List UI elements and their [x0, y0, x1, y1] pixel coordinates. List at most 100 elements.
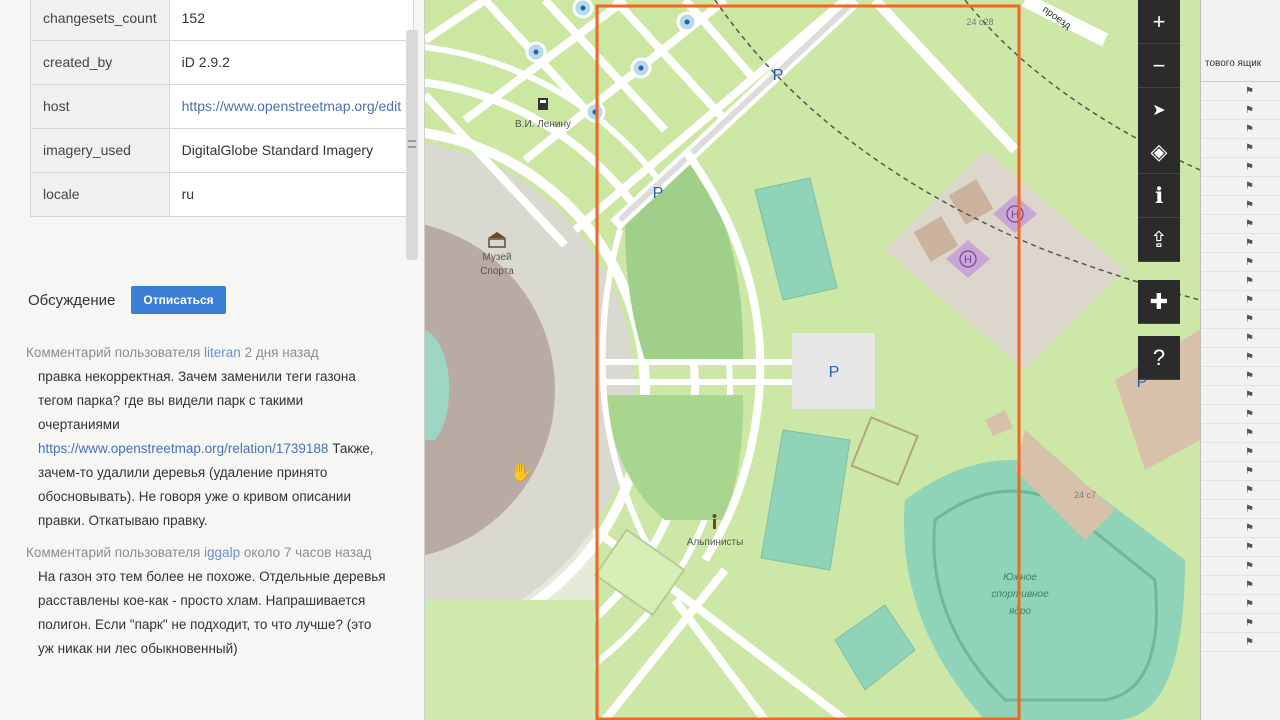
comment-text: На газон это тем более не похоже. Отдель…	[38, 569, 386, 656]
panel-row: ⚑	[1201, 82, 1280, 101]
tag-key: locale	[30, 172, 170, 217]
comment-meta-prefix: Комментарий пользователя	[26, 545, 201, 560]
panel-row: ⚑	[1201, 101, 1280, 120]
flag-icon: ⚑	[1245, 86, 1254, 97]
label-house-1: 24 с28	[966, 17, 993, 27]
layers-icon: ◈	[1150, 138, 1168, 164]
flag-icon: ⚑	[1245, 428, 1254, 439]
panel-row: ⚑	[1201, 519, 1280, 538]
flag-icon: ⚑	[1245, 162, 1254, 173]
flag-icon: ⚑	[1245, 599, 1254, 610]
comment-body: На газон это тем более не похоже. Отдель…	[26, 565, 386, 661]
note-tools: ✚	[1138, 280, 1180, 324]
flag-icon: ⚑	[1245, 143, 1254, 154]
panel-row: ⚑	[1201, 310, 1280, 329]
flag-icon: ⚑	[1245, 390, 1254, 401]
comment-meta-prefix: Комментарий пользователя	[26, 345, 201, 360]
comment-body: правка некорректная. Зачем заменили теги…	[26, 365, 386, 533]
flag-icon: ⚑	[1245, 542, 1254, 553]
flag-icon: ⚑	[1245, 561, 1254, 572]
geolocate-button[interactable]: ➤	[1138, 88, 1180, 132]
panel-row: ⚑	[1201, 158, 1280, 177]
panel-row: ⚑	[1201, 291, 1280, 310]
flag-icon: ⚑	[1245, 219, 1254, 230]
flag-icon: ⚑	[1245, 618, 1254, 629]
panel-row: ⚑	[1201, 614, 1280, 633]
tag-row: imagery_used DigitalGlobe Standard Imager…	[30, 128, 415, 173]
map-view[interactable]: В.И. Ленину Музей Спорта Альпинисты Южно…	[425, 0, 1200, 720]
flag-icon: ⚑	[1245, 105, 1254, 116]
comment-user-link[interactable]: literan	[204, 345, 241, 360]
tag-value: ru	[168, 172, 415, 217]
climbing-icon	[712, 514, 717, 529]
flag-icon: ⚑	[1245, 314, 1254, 325]
comment-link[interactable]: https://www.openstreetmap.org/relation/1…	[38, 441, 328, 456]
query-icon: ?	[1152, 344, 1166, 370]
panel-row: ⚑	[1201, 576, 1280, 595]
flag-icon: ⚑	[1245, 352, 1254, 363]
flag-icon: ⚑	[1245, 447, 1254, 458]
add-note-icon: ✚	[1149, 288, 1169, 314]
parking-icon: P	[653, 185, 664, 202]
flag-icon: ⚑	[1245, 485, 1254, 496]
parking-icon: P	[773, 67, 784, 84]
panel-row: ⚑	[1201, 234, 1280, 253]
map-canvas[interactable]: В.И. Ленину Музей Спорта Альпинисты Южно…	[425, 0, 1200, 720]
panel-row: ⚑	[1201, 177, 1280, 196]
tag-row: changesets_count 152	[30, 0, 415, 41]
tag-key: imagery_used	[30, 128, 170, 173]
panel-row: ⚑	[1201, 557, 1280, 576]
flag-icon: ⚑	[1245, 295, 1254, 306]
label-alpinists: Альпинисты	[687, 537, 744, 548]
tag-value: 152	[168, 0, 415, 41]
query-features-button[interactable]: ?	[1138, 336, 1180, 380]
tag-value: iD 2.9.2	[168, 40, 415, 85]
comment-meta: Комментарий пользователя iggalp около 7 …	[26, 541, 386, 565]
geolocate-icon: ➤	[1152, 101, 1166, 119]
discussion-header: Обсуждение Отписаться	[28, 286, 226, 314]
helipad-icon: H	[964, 254, 972, 266]
comment-text: правка некорректная. Зачем заменили теги…	[38, 369, 356, 432]
background-window-panel: тового ящик ⚑ ⚑ ⚑ ⚑ ⚑ ⚑ ⚑ ⚑ ⚑ ⚑ ⚑ ⚑ ⚑ ⚑ ⚑ ⚑ ⚑ ⚑ ⚑ ⚑ ⚑ ⚑ ⚑ ⚑ ⚑ ⚑ ⚑ ⚑…	[1200, 0, 1280, 720]
comment-user-link[interactable]: iggalp	[204, 545, 240, 560]
panel-row: ⚑	[1201, 538, 1280, 557]
panel-row: ⚑	[1201, 462, 1280, 481]
sidebar-scrollbar[interactable]	[406, 30, 418, 260]
flag-icon: ⚑	[1245, 124, 1254, 135]
panel-row: ⚑	[1201, 120, 1280, 139]
layers-button[interactable]: ◈	[1138, 130, 1180, 174]
share-button[interactable]: ⇪	[1138, 218, 1180, 262]
panel-row: ⚑	[1201, 500, 1280, 519]
flag-icon: ⚑	[1245, 580, 1254, 591]
tag-key: created_by	[30, 40, 170, 85]
panel-row: ⚑	[1201, 633, 1280, 652]
add-note-button[interactable]: ✚	[1138, 280, 1180, 324]
unsubscribe-button[interactable]: Отписаться	[131, 286, 226, 314]
flag-icon: ⚑	[1245, 523, 1254, 534]
discussion-title: Обсуждение	[28, 291, 116, 309]
flag-icon: ⚑	[1245, 238, 1254, 249]
memorial-icon	[538, 98, 548, 110]
panel-row: ⚑	[1201, 253, 1280, 272]
query-tools: ?	[1138, 336, 1180, 380]
panel-row: ⚑	[1201, 367, 1280, 386]
tags-table: changesets_count 152 created_by iD 2.9.2 hos…	[30, 0, 415, 217]
label-house-2: 24 с7	[1074, 490, 1096, 500]
flag-icon: ⚑	[1245, 637, 1254, 648]
flag-icon: ⚑	[1245, 371, 1254, 382]
tag-key: changesets_count	[30, 0, 170, 41]
flag-icon: ⚑	[1245, 409, 1254, 420]
comment-meta: Комментарий пользователя literan 2 дня н…	[26, 341, 386, 365]
flag-icon: ⚑	[1245, 181, 1254, 192]
zoom-in-button[interactable]: +	[1138, 0, 1180, 44]
zoom-out-button[interactable]: −	[1138, 44, 1180, 88]
map-tools: ◈ ℹ ⇪	[1138, 130, 1180, 262]
panel-row: ⚑	[1201, 595, 1280, 614]
changeset-sidebar: changesets_count 152 created_by iD 2.9.2 hos…	[0, 0, 425, 720]
panel-row: ⚑	[1201, 196, 1280, 215]
panel-row: ⚑	[1201, 424, 1280, 443]
flag-icon: ⚑	[1245, 200, 1254, 211]
info-button[interactable]: ℹ	[1138, 174, 1180, 218]
tag-value-link[interactable]: https://www.openstreetmap.org/edit	[168, 84, 415, 129]
panel-row: ⚑	[1201, 481, 1280, 500]
